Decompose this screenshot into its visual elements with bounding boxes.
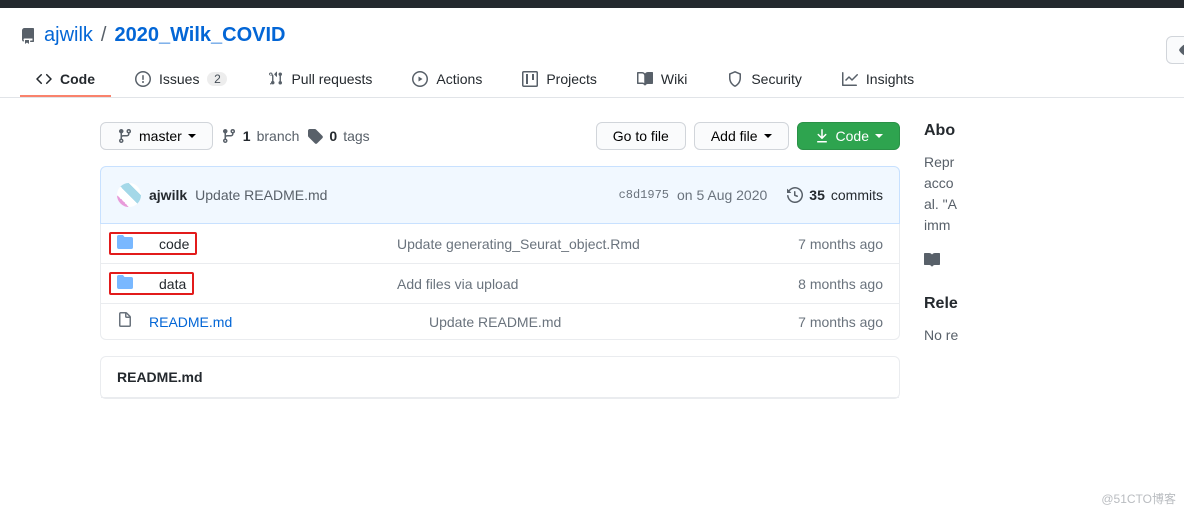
- book-icon: [637, 71, 653, 87]
- tab-security-label: Security: [751, 71, 802, 87]
- repo-icon: [20, 28, 36, 44]
- repo-title: ajwilk / 2020_Wilk_COVID: [20, 24, 1164, 47]
- tab-insights[interactable]: Insights: [826, 63, 930, 97]
- download-icon: [814, 128, 830, 144]
- issues-count: 2: [207, 72, 227, 86]
- tags-label: tags: [343, 128, 369, 144]
- shield-icon: [727, 71, 743, 87]
- branches-count: 1: [243, 128, 251, 144]
- history-icon: [787, 187, 803, 203]
- file-commit-msg[interactable]: Update README.md: [429, 314, 798, 330]
- tab-issues-label: Issues: [159, 71, 199, 87]
- eye-icon: [1179, 42, 1184, 58]
- commit-message[interactable]: Update README.md: [195, 187, 327, 203]
- branch-name: master: [139, 128, 182, 144]
- tab-wiki-label: Wiki: [661, 71, 687, 87]
- readme-box: README.md: [100, 356, 900, 399]
- watch-button[interactable]: W: [1166, 36, 1184, 64]
- add-file-button[interactable]: Add file: [694, 122, 789, 150]
- commits-label: commits: [831, 187, 883, 203]
- tags-count: 0: [329, 128, 337, 144]
- branch-select-button[interactable]: master: [100, 122, 213, 150]
- tab-security[interactable]: Security: [711, 63, 818, 97]
- branch-icon: [117, 128, 133, 144]
- tab-insights-label: Insights: [866, 71, 914, 87]
- commits-count: 35: [809, 187, 825, 203]
- tab-pulls[interactable]: Pull requests: [251, 63, 388, 97]
- file-icon: [117, 312, 137, 331]
- code-icon: [36, 71, 52, 87]
- tab-projects-label: Projects: [546, 71, 597, 87]
- folder-icon: [117, 274, 137, 293]
- file-date: 7 months ago: [798, 314, 883, 330]
- pull-request-icon: [267, 71, 283, 87]
- sidebar: Abo Repraccoal. "Aimm Rele No re: [924, 122, 1184, 399]
- about-text: Repraccoal. "Aimm: [924, 152, 1164, 236]
- caret-down-icon: [875, 134, 883, 138]
- graph-icon: [842, 71, 858, 87]
- file-date: 7 months ago: [798, 236, 883, 252]
- commit-date: on 5 Aug 2020: [677, 187, 767, 203]
- avatar[interactable]: [117, 183, 141, 207]
- file-commit-msg[interactable]: Add files via upload: [397, 276, 798, 292]
- watermark: @51CTO博客: [1101, 490, 1176, 507]
- code-btn-label: Code: [836, 128, 869, 144]
- owner-link[interactable]: ajwilk: [44, 24, 93, 47]
- add-file-label: Add file: [711, 128, 758, 144]
- file-name-link[interactable]: code: [159, 236, 189, 252]
- project-icon: [522, 71, 538, 87]
- file-name-link[interactable]: data: [159, 276, 186, 292]
- commits-link[interactable]: 35 commits: [787, 187, 883, 203]
- branches-label: branch: [257, 128, 300, 144]
- issues-icon: [135, 71, 151, 87]
- book-icon: [924, 252, 940, 268]
- table-row: code Update generating_Seurat_object.Rmd…: [101, 224, 899, 263]
- top-dark-bar: [0, 0, 1184, 8]
- caret-down-icon: [764, 134, 772, 138]
- tab-code[interactable]: Code: [20, 63, 111, 97]
- go-to-file-button[interactable]: Go to file: [596, 122, 686, 150]
- path-separator: /: [101, 24, 107, 47]
- branch-icon: [221, 128, 237, 144]
- file-date: 8 months ago: [798, 276, 883, 292]
- table-row: README.md Update README.md 7 months ago: [101, 303, 899, 339]
- about-heading: Abo: [924, 122, 1164, 140]
- folder-icon: [117, 234, 137, 253]
- file-toolbar: master 1 branch 0 tags Go to file Add fi…: [100, 122, 900, 150]
- caret-down-icon: [188, 134, 196, 138]
- file-list: code Update generating_Seurat_object.Rmd…: [100, 224, 900, 340]
- latest-commit-bar: ajwilk Update README.md c8d1975 on 5 Aug…: [100, 166, 900, 224]
- tab-projects[interactable]: Projects: [506, 63, 613, 97]
- readme-title: README.md: [101, 357, 899, 398]
- file-name-link[interactable]: README.md: [149, 314, 232, 330]
- file-commit-msg[interactable]: Update generating_Seurat_object.Rmd: [397, 236, 798, 252]
- tab-wiki[interactable]: Wiki: [621, 63, 703, 97]
- play-icon: [412, 71, 428, 87]
- table-row: data Add files via upload 8 months ago: [101, 263, 899, 303]
- tab-actions[interactable]: Actions: [396, 63, 498, 97]
- releases-heading: Rele: [924, 295, 1164, 313]
- tab-pulls-label: Pull requests: [291, 71, 372, 87]
- releases-text: No re: [924, 325, 1164, 346]
- tag-icon: [307, 128, 323, 144]
- branches-link[interactable]: 1 branch: [221, 128, 300, 144]
- tags-link[interactable]: 0 tags: [307, 128, 369, 144]
- repo-tabs: Code Issues 2 Pull requests Actions Proj…: [0, 63, 1184, 98]
- commit-author[interactable]: ajwilk: [149, 187, 187, 203]
- tab-issues[interactable]: Issues 2: [119, 63, 243, 97]
- tab-code-label: Code: [60, 71, 95, 87]
- tab-actions-label: Actions: [436, 71, 482, 87]
- repo-link[interactable]: 2020_Wilk_COVID: [114, 24, 285, 47]
- code-download-button[interactable]: Code: [797, 122, 900, 150]
- commit-sha[interactable]: c8d1975: [619, 188, 669, 202]
- readme-link[interactable]: [924, 252, 940, 268]
